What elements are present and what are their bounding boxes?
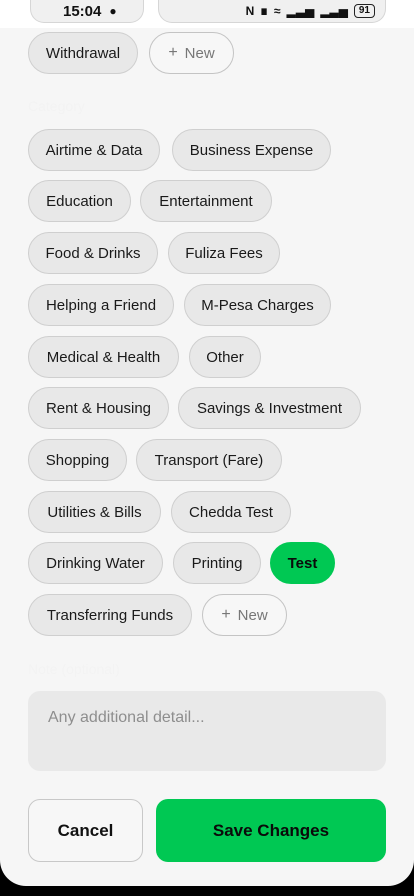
chip-label: Medical & Health (46, 348, 161, 366)
add-category-label: New (237, 606, 268, 624)
chip-label: Chedda Test (189, 503, 273, 521)
chip-label: Business Expense (189, 141, 314, 159)
chip-savings-investment[interactable]: Savings & Investment (178, 387, 361, 429)
cancel-button[interactable]: Cancel (28, 799, 143, 862)
chip-label: Utilities & Bills (47, 503, 142, 521)
chip-label: Shopping (45, 451, 110, 469)
signal-icon: ▂▃▅ (320, 4, 348, 18)
chip-label: Transferring Funds (46, 606, 174, 624)
chip-label: Printing (191, 554, 243, 572)
category-label: Category (28, 98, 85, 114)
save-label: Save Changes (212, 820, 330, 840)
chip-withdrawal[interactable]: Withdrawal (28, 32, 138, 74)
chip-business-expense[interactable]: Business Expense (172, 129, 331, 171)
chip-label: M-Pesa Charges (201, 296, 314, 314)
chip-entertainment[interactable]: Entertainment (140, 180, 272, 222)
chip-label: Education (46, 192, 113, 210)
cancel-label: Cancel (57, 820, 114, 840)
chip-airtime-data[interactable]: Airtime & Data (28, 129, 160, 171)
signal-icon: ▂▃▅ (286, 4, 315, 18)
chip-label: Withdrawal (45, 44, 121, 62)
add-category-button[interactable]: + New (202, 594, 287, 636)
plus-icon: + (221, 606, 231, 623)
add-type-button[interactable]: + New (149, 32, 234, 74)
edit-transaction-sheet: 15:04 ● N ∎ ≈ ▂▃▅ ▂▃▅ 91 Withdrawal + Ne… (0, 0, 414, 886)
chip-helping-a-friend[interactable]: Helping a Friend (28, 284, 174, 326)
note-input[interactable]: Any additional detail... (28, 691, 386, 771)
wifi-icon: ≈ (273, 4, 281, 18)
chip-utilities-bills[interactable]: Utilities & Bills (28, 491, 161, 533)
add-type-label: New (184, 44, 215, 62)
chip-label: Other (206, 348, 244, 366)
chip-mpesa-charges[interactable]: M-Pesa Charges (184, 284, 331, 326)
chip-transport-fare[interactable]: Transport (Fare) (136, 439, 282, 481)
chip-shopping[interactable]: Shopping (28, 439, 127, 481)
status-time: 15:04 (63, 2, 102, 20)
message-icon: ● (109, 4, 117, 18)
plus-icon: + (168, 44, 178, 61)
note-label: Note (optional) (28, 661, 120, 677)
chip-transferring-funds[interactable]: Transferring Funds (28, 594, 192, 636)
chip-medical-health[interactable]: Medical & Health (28, 336, 179, 378)
note-placeholder: Any additional detail... (48, 709, 205, 726)
chip-food-drinks[interactable]: Food & Drinks (28, 232, 158, 274)
status-bar: 15:04 ● N ∎ ≈ ▂▃▅ ▂▃▅ 91 (0, 0, 414, 28)
mute-icon: ∎ (260, 4, 268, 18)
chip-rent-housing[interactable]: Rent & Housing (28, 387, 169, 429)
chip-test-selected[interactable]: Test (270, 542, 335, 584)
chip-label: Rent & Housing (45, 399, 152, 417)
nfc-icon: N (245, 4, 255, 18)
chip-label: Fuliza Fees (185, 244, 263, 262)
chip-label: Entertainment (159, 192, 253, 210)
chip-chedda-test[interactable]: Chedda Test (171, 491, 291, 533)
chip-label: Helping a Friend (45, 296, 157, 314)
chip-other[interactable]: Other (189, 336, 261, 378)
status-right: N ∎ ≈ ▂▃▅ ▂▃▅ 91 (158, 0, 386, 23)
chip-printing[interactable]: Printing (173, 542, 261, 584)
chip-label: Savings & Investment (196, 399, 343, 417)
status-left: 15:04 ● (30, 0, 144, 23)
chip-label: Food & Drinks (45, 244, 141, 262)
chip-label: Drinking Water (46, 554, 145, 572)
chip-drinking-water[interactable]: Drinking Water (28, 542, 163, 584)
chip-label: Test (287, 554, 318, 572)
chip-fuliza-fees[interactable]: Fuliza Fees (168, 232, 280, 274)
save-changes-button[interactable]: Save Changes (156, 799, 386, 862)
chip-label: Airtime & Data (45, 141, 143, 159)
battery-icon: 91 (353, 4, 375, 18)
chip-label: Transport (Fare) (154, 451, 264, 469)
chip-education[interactable]: Education (28, 180, 131, 222)
